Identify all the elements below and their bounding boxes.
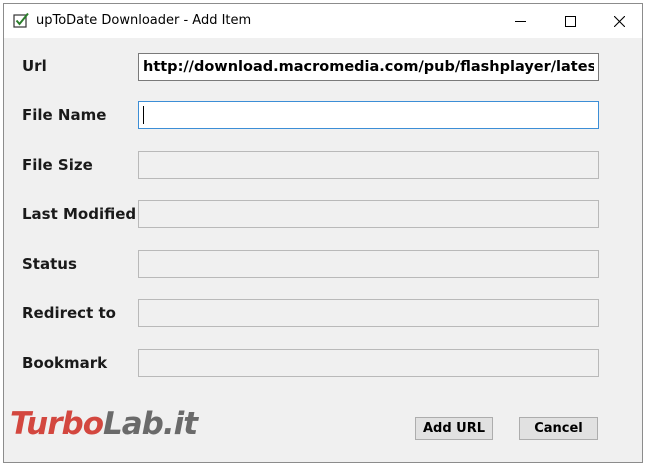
cancel-button[interactable]: Cancel xyxy=(519,417,598,440)
maximize-icon xyxy=(564,15,576,27)
turbolab-watermark: TurboLab.it xyxy=(10,404,198,444)
window-title: upToDate Downloader - Add Item xyxy=(36,13,252,28)
watermark-part1: Turbo xyxy=(10,406,104,442)
redirect-to-field[interactable] xyxy=(138,299,599,327)
checkbox-app-icon xyxy=(13,12,29,28)
title-bar[interactable]: upToDate Downloader - Add Item xyxy=(4,4,642,38)
maximize-button[interactable] xyxy=(545,4,595,38)
bookmark-label: Bookmark xyxy=(22,354,108,372)
close-icon xyxy=(613,15,625,27)
url-label: Url xyxy=(22,57,47,75)
watermark-part2: Lab.it xyxy=(103,406,198,442)
add-url-button[interactable]: Add URL xyxy=(415,417,493,440)
last-modified-field[interactable] xyxy=(138,200,599,228)
bookmark-field[interactable] xyxy=(138,349,599,377)
minimize-icon xyxy=(514,20,526,22)
file-name-input[interactable] xyxy=(138,101,599,129)
url-input[interactable] xyxy=(138,53,599,81)
redirect-to-label: Redirect to xyxy=(22,304,116,322)
add-item-window: upToDate Downloader - Add Item Url File … xyxy=(3,3,643,463)
file-size-label: File Size xyxy=(22,156,93,174)
minimize-button[interactable] xyxy=(495,4,545,38)
close-button[interactable] xyxy=(594,4,642,38)
file-name-label: File Name xyxy=(22,106,107,124)
file-size-field[interactable] xyxy=(138,151,599,179)
text-cursor xyxy=(143,106,144,124)
status-label: Status xyxy=(22,255,77,273)
last-modified-label: Last Modified xyxy=(22,205,137,223)
status-field[interactable] xyxy=(138,250,599,278)
